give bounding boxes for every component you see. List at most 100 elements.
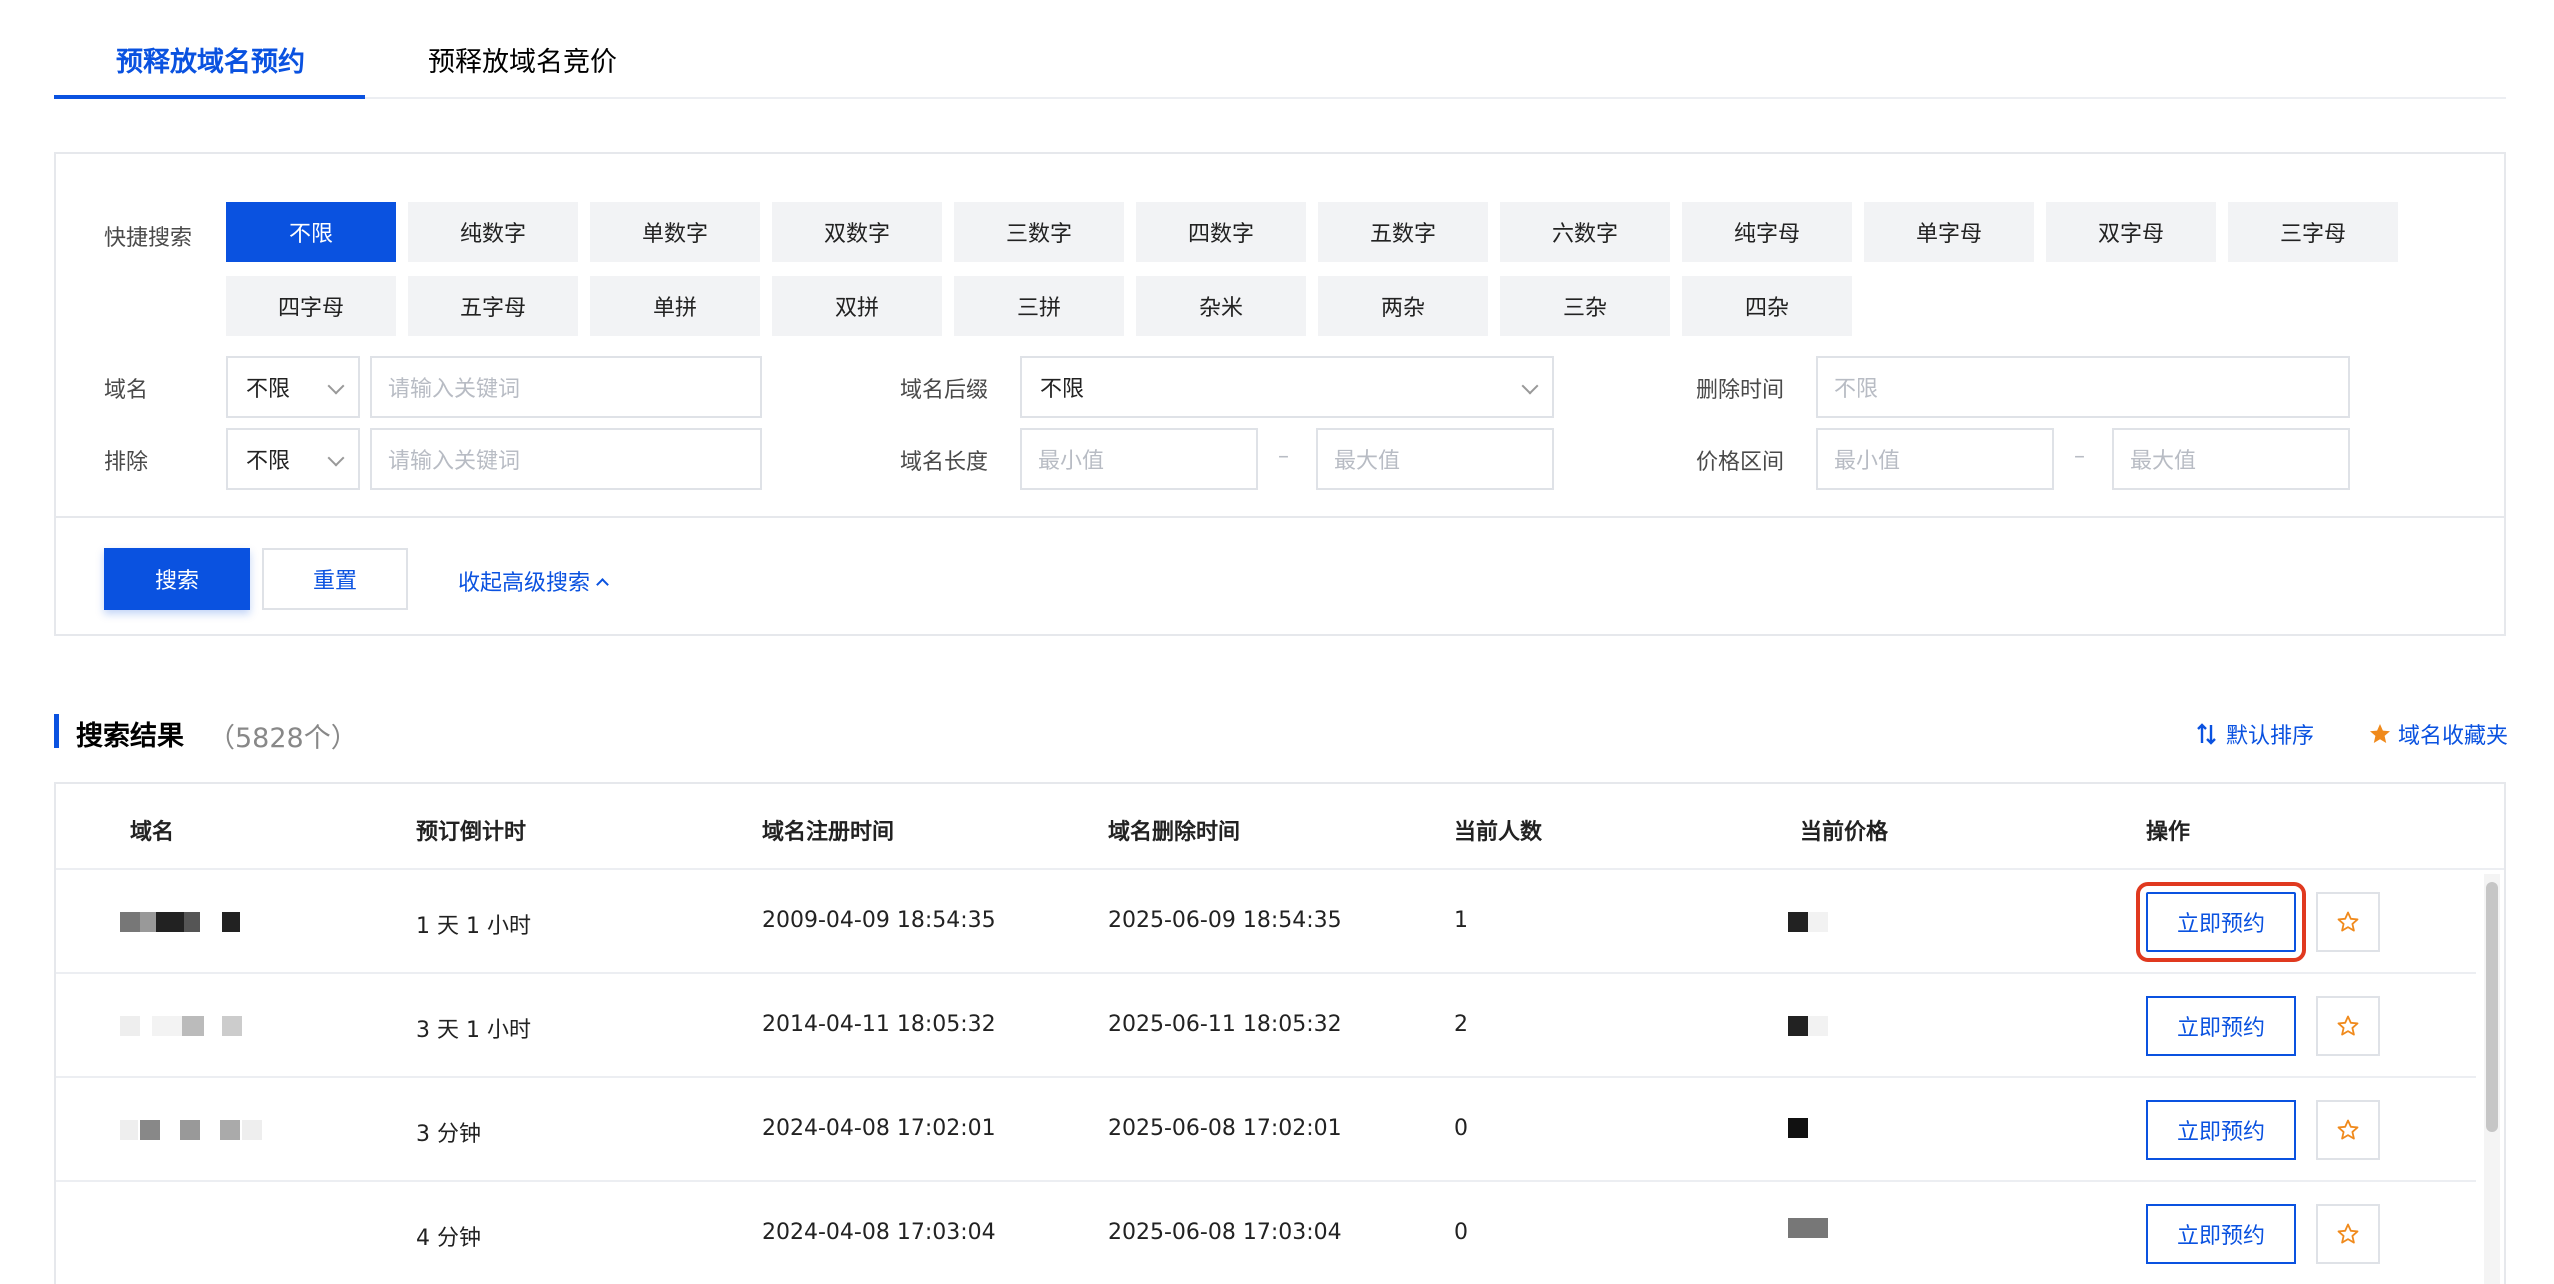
header-count: 当前人数 [1454,820,1543,845]
redacted-domain [152,1016,182,1036]
redacted-price [1788,1218,1828,1238]
table-row: 3 天 1 小时 2014-04-11 18:05:32 2025-06-11 … [56,974,2476,1078]
tab-bar: 预释放域名预约 预释放域名竞价 [54,0,2506,99]
filter-panel: 快捷搜索 不限 纯数字 单数字 双数字 三数字 四数字 五数字 六数字 纯字母 单字母 双字母 三字母… [54,152,2506,636]
exclude-label: 排除 [104,450,149,475]
domain-match-value: 不限 [246,377,291,402]
delete-time-input[interactable]: 不限 [1816,356,2350,418]
quick-chip[interactable]: 杂米 [1136,276,1306,336]
domain-keyword-input[interactable]: 请输入关键词 [370,356,762,418]
exclude-keyword-input[interactable]: 请输入关键词 [370,428,762,490]
quick-chip[interactable]: 双字母 [2046,202,2216,262]
suffix-select[interactable]: 不限 [1020,356,1554,418]
star-outline-icon [2337,911,2359,932]
results-table: 域名 预订倒计时 域名注册时间 域名删除时间 当前人数 当前价格 操作 1 天 … [54,782,2506,1284]
favorite-button[interactable] [2316,996,2380,1056]
domain-favorites-label: 域名收藏夹 [2398,724,2509,749]
registered-cell: 2009-04-09 18:54:35 [762,908,996,933]
search-button[interactable]: 搜索 [104,548,250,610]
tab-reservation[interactable]: 预释放域名预约 [116,40,305,79]
quick-chip[interactable]: 单字母 [1864,202,2034,262]
delete-time-label: 删除时间 [1696,378,1785,403]
suffix-label: 域名后缀 [900,378,989,403]
panel-divider [56,516,2504,518]
length-max-input[interactable]: 最大值 [1316,428,1554,490]
quick-chip[interactable]: 双数字 [772,202,942,262]
domain-match-select[interactable]: 不限 [226,356,360,418]
reserve-button[interactable]: 立即预约 [2146,996,2296,1056]
price-max-input[interactable]: 最大值 [2112,428,2350,490]
length-range-separator: – [1278,444,1289,469]
deleted-cell: 2025-06-11 18:05:32 [1108,1012,1342,1037]
domain-favorites-link[interactable]: 域名收藏夹 [2368,718,2508,750]
tab-auction[interactable]: 预释放域名竞价 [428,40,617,79]
reserve-button[interactable]: 立即预约 [2146,1204,2296,1264]
quick-chip[interactable]: 五字母 [408,276,578,336]
quick-chip[interactable]: 单数字 [590,202,760,262]
table-row: 3 分钟 2024-04-08 17:02:01 2025-06-08 17:0… [56,1078,2476,1182]
header-deleted: 域名删除时间 [1108,820,1241,845]
count-cell: 2 [1454,1012,1468,1037]
favorite-button[interactable] [2316,1204,2380,1264]
redacted-domain [220,1120,240,1140]
count-cell: 0 [1454,1220,1468,1245]
header-price: 当前价格 [1800,820,1889,845]
table-scrollbar[interactable] [2484,874,2500,1284]
quick-chip[interactable]: 六数字 [1500,202,1670,262]
quick-chip[interactable]: 两杂 [1318,276,1488,336]
quick-chip[interactable]: 不限 [226,202,396,262]
header-actions: 操作 [2146,820,2191,845]
results-title: 搜索结果 [76,721,184,752]
star-outline-icon [2337,1223,2359,1244]
length-min-input[interactable]: 最小值 [1020,428,1258,490]
redacted-domain [222,912,240,932]
default-sort-link[interactable]: 默认排序 [2196,718,2314,750]
table-header: 域名 预订倒计时 域名注册时间 域名删除时间 当前人数 当前价格 操作 [56,784,2504,870]
chevron-up-icon [596,578,609,591]
quick-chip[interactable]: 三字母 [2228,202,2398,262]
chevron-down-icon [327,377,345,395]
reset-button[interactable]: 重置 [262,548,408,610]
collapse-advanced-search-link[interactable]: 收起高级搜索 [458,565,609,597]
quick-chip[interactable]: 纯数字 [408,202,578,262]
header-domain: 域名 [130,820,175,845]
redacted-price [1788,912,1828,932]
quick-chip[interactable]: 四杂 [1682,276,1852,336]
price-min-input[interactable]: 最小值 [1816,428,2054,490]
exclude-match-select[interactable]: 不限 [226,428,360,490]
header-registered: 域名注册时间 [762,820,895,845]
star-outline-icon [2337,1119,2359,1140]
reserve-button[interactable]: 立即预约 [2136,882,2306,962]
quick-chip[interactable]: 五数字 [1318,202,1488,262]
deleted-cell: 2025-06-09 18:54:35 [1108,908,1342,933]
quick-chip[interactable]: 纯字母 [1682,202,1852,262]
registered-cell: 2014-04-11 18:05:32 [762,1012,996,1037]
star-filled-icon [2370,724,2390,743]
reserve-button[interactable]: 立即预约 [2146,1100,2296,1160]
quick-chip[interactable]: 四字母 [226,276,396,336]
deleted-cell: 2025-06-08 17:02:01 [1108,1116,1342,1141]
registered-cell: 2024-04-08 17:02:01 [762,1116,996,1141]
table-row: 1 天 1 小时 2009-04-09 18:54:35 2025-06-09 … [56,870,2476,974]
countdown-cell: 4 分钟 [416,1226,481,1251]
redacted-domain [222,1016,242,1036]
quick-chip[interactable]: 四数字 [1136,202,1306,262]
favorite-button[interactable] [2316,1100,2380,1160]
favorite-button[interactable] [2316,892,2380,952]
length-label: 域名长度 [900,450,989,475]
price-label: 价格区间 [1696,450,1785,475]
quick-chip[interactable]: 三数字 [954,202,1124,262]
active-tab-indicator [54,95,365,99]
quick-chip[interactable]: 单拼 [590,276,760,336]
redacted-domain [140,1120,160,1140]
chevron-down-icon [1521,377,1539,395]
quick-chip[interactable]: 三拼 [954,276,1124,336]
redacted-domain [120,912,200,932]
quick-chip[interactable]: 三杂 [1500,276,1670,336]
domain-label: 域名 [104,378,149,403]
table-row: 4 分钟 2024-04-08 17:03:04 2025-06-08 17:0… [56,1182,2476,1284]
quick-chip[interactable]: 双拼 [772,276,942,336]
scrollbar-thumb[interactable] [2486,882,2498,1132]
results-count: （5828个） [208,723,358,754]
star-outline-icon [2337,1015,2359,1036]
